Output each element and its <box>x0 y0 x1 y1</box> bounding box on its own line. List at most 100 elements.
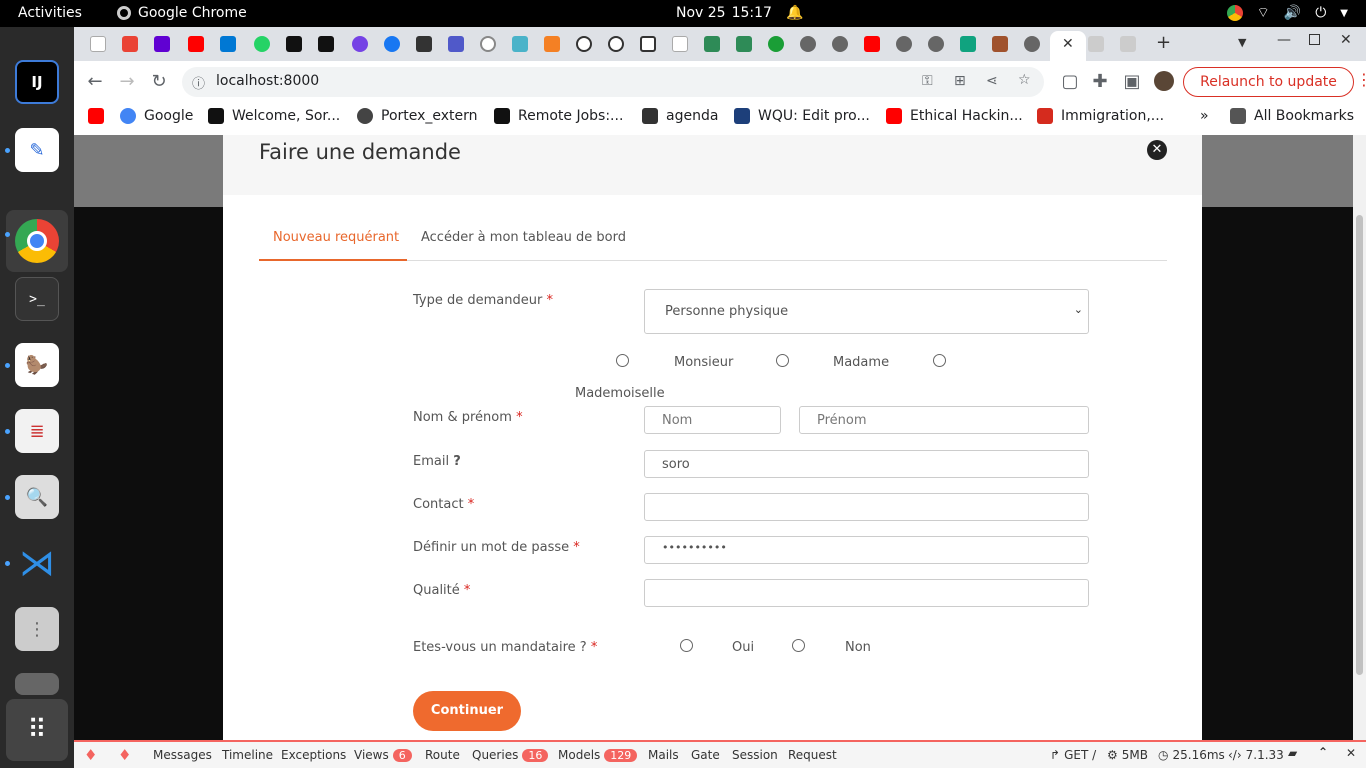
chrome-dock-icon[interactable] <box>6 210 68 272</box>
star-icon[interactable]: ☆ <box>1018 72 1031 88</box>
puzzle-icon[interactable]: ✚ <box>1088 70 1112 94</box>
wikipedia-tab-icon[interactable] <box>672 36 688 52</box>
key-icon[interactable]: ⚿ <box>922 73 933 89</box>
we-tab-icon[interactable] <box>318 36 334 52</box>
relaunch-button[interactable]: Relaunch to update <box>1183 67 1354 97</box>
bookmark-welcome[interactable]: Welcome, Sor... <box>208 108 340 124</box>
share-icon[interactable]: ⋖ <box>986 73 998 89</box>
menu-icon[interactable]: ⋮ <box>1356 70 1366 89</box>
app-menu[interactable]: Google Chrome <box>117 5 247 21</box>
site-info-icon[interactable]: ⓘ <box>192 73 205 92</box>
terminal-icon[interactable]: >_ <box>15 277 59 321</box>
debug-tab-request[interactable]: Request <box>788 748 837 762</box>
continue-button[interactable]: Continuer <box>413 691 521 731</box>
site-tab-icon[interactable] <box>416 36 432 52</box>
scrollbar-thumb[interactable] <box>1356 215 1363 675</box>
extension-icon[interactable]: ▢ <box>1058 70 1082 94</box>
new-tab-icon[interactable]: + <box>1156 32 1171 53</box>
laravel-icon[interactable]: ♦ <box>118 746 131 764</box>
file-storage-icon[interactable]: ⋮ <box>15 607 59 651</box>
bookmark-agenda[interactable]: agenda <box>642 108 718 124</box>
debug-tab-models[interactable]: Models 129 <box>558 748 638 762</box>
bookmark-google[interactable]: Google <box>120 108 193 124</box>
translate-icon[interactable]: ⊞ <box>954 73 966 89</box>
email-field[interactable]: soro <box>644 450 1089 478</box>
site-tab-icon[interactable] <box>1088 36 1104 52</box>
mail-tab-icon[interactable] <box>154 36 170 52</box>
debug-tab-timeline[interactable]: Timeline <box>222 748 273 762</box>
contact-field[interactable] <box>644 493 1089 521</box>
type-select[interactable]: Personne physique ⌄ <box>644 289 1089 334</box>
minimize-icon[interactable]: — <box>1277 32 1291 48</box>
site-tab-icon[interactable] <box>768 36 784 52</box>
teams-tab-icon[interactable] <box>448 36 464 52</box>
more-bookmarks-button[interactable]: » <box>1200 108 1209 124</box>
all-bookmarks-button[interactable]: All Bookmarks <box>1230 108 1354 124</box>
radio-non[interactable] <box>792 639 805 652</box>
site-tab-icon[interactable] <box>992 36 1008 52</box>
site-tab-icon[interactable] <box>832 36 848 52</box>
youtube-tab-icon[interactable] <box>188 36 204 52</box>
dbeaver-icon[interactable]: 🦫 <box>15 343 59 387</box>
google-tab-icon[interactable] <box>480 36 496 52</box>
wq-tab-icon[interactable] <box>704 36 720 52</box>
debug-tab-views[interactable]: Views 6 <box>354 748 412 762</box>
site-tab-icon[interactable] <box>1120 36 1136 52</box>
bookmark-wqu[interactable]: WQU: Edit pro... <box>734 108 870 124</box>
radio-oui[interactable] <box>680 639 693 652</box>
debug-tab-session[interactable]: Session <box>732 748 778 762</box>
show-apps-icon[interactable]: ⠿ <box>6 699 68 761</box>
laravel-icon[interactable]: ♦ <box>84 746 97 764</box>
debug-tab-gate[interactable]: Gate <box>691 748 720 762</box>
app-tab-icon[interactable] <box>220 36 236 52</box>
page-scrollbar[interactable] <box>1353 135 1366 740</box>
bookmark-ethical-hacking[interactable]: Ethical Hackin... <box>886 108 1023 124</box>
back-icon[interactable]: ← <box>83 70 107 94</box>
site-tab-icon[interactable] <box>576 36 592 52</box>
tab-search-icon[interactable]: ▼ <box>1238 36 1246 49</box>
address-bar[interactable]: ⓘ localhost:8000 ⚿ ⊞ ⋖ ☆ <box>182 67 1044 97</box>
site-tab-icon[interactable] <box>896 36 912 52</box>
files-icon[interactable] <box>15 673 59 695</box>
bookmark-youtube[interactable] <box>88 108 104 124</box>
avatar[interactable] <box>1154 71 1174 91</box>
nom-input[interactable]: Nom <box>644 406 781 434</box>
site-tab-icon[interactable] <box>928 36 944 52</box>
folder-open-icon[interactable]: ▰ <box>1288 746 1297 760</box>
radio-mademoiselle[interactable] <box>933 354 946 367</box>
intellij-icon[interactable]: IJ <box>15 60 59 104</box>
gmail-tab-icon[interactable] <box>122 36 138 52</box>
qualite-field[interactable] <box>644 579 1089 607</box>
password-field[interactable]: •••••••••• <box>644 536 1089 564</box>
vscode-icon[interactable]: ⋊ <box>15 541 59 585</box>
maximize-icon[interactable] <box>1309 34 1320 45</box>
debug-tab-exceptions[interactable]: Exceptions <box>281 748 346 762</box>
prenom-input[interactable]: Prénom <box>799 406 1089 434</box>
system-tray[interactable]: ⌔ 🔊 ⏻ ▼ <box>1226 4 1348 22</box>
debug-tab-queries[interactable]: Queries 16 <box>472 748 549 762</box>
forward-icon[interactable]: → <box>115 70 139 94</box>
youtube-tab-icon[interactable] <box>864 36 880 52</box>
close-icon[interactable]: ✕ <box>1346 746 1356 760</box>
active-tab[interactable]: ✕ <box>1050 31 1086 61</box>
bookmark-immigration[interactable]: Immigration,... <box>1037 108 1164 124</box>
wq-tab-icon[interactable] <box>736 36 752 52</box>
debug-tab-messages[interactable]: Messages <box>153 748 212 762</box>
firefox-tab-icon[interactable] <box>352 36 368 52</box>
chevron-up-icon[interactable]: ⌃ <box>1318 745 1328 759</box>
bookmark-portex[interactable]: Portex_extern <box>357 108 478 124</box>
close-tab-icon[interactable]: ✕ <box>1062 36 1074 52</box>
close-icon[interactable]: ✕ <box>1147 140 1167 160</box>
radio-monsieur[interactable] <box>616 354 629 367</box>
tab-dashboard[interactable]: Accéder à mon tableau de bord <box>421 230 626 245</box>
site-tab-icon[interactable] <box>800 36 816 52</box>
whatsapp-tab-icon[interactable] <box>254 36 270 52</box>
facebook-tab-icon[interactable] <box>384 36 400 52</box>
we-tab-icon[interactable] <box>286 36 302 52</box>
tab-new-requester[interactable]: Nouveau requérant <box>273 230 399 245</box>
site-tab-icon[interactable] <box>512 36 528 52</box>
reload-icon[interactable]: ↻ <box>147 70 171 94</box>
site-tab-icon[interactable] <box>608 36 624 52</box>
image-viewer-icon[interactable]: 🔍 <box>15 475 59 519</box>
debug-tab-route[interactable]: Route <box>425 748 460 762</box>
